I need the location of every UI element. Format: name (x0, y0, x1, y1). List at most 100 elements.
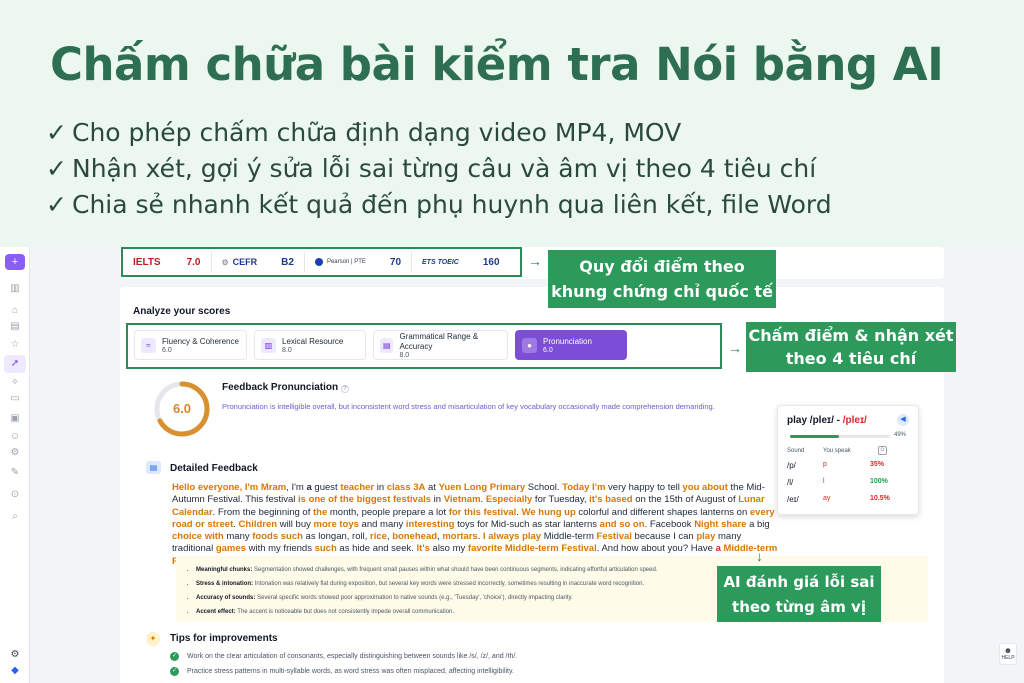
check-icon: ✓ (170, 667, 179, 676)
transcript-segment[interactable]: more toys (314, 519, 359, 530)
document-icon[interactable]: ▤ (8, 321, 22, 333)
rocket-icon[interactable]: ➚ (4, 355, 26, 373)
hero-banner: Chấm chữa bài kiểm tra Nói bằng AI ✓ Cho … (0, 0, 1024, 247)
transcript-segment[interactable]: for this festival (449, 507, 517, 518)
transcript-segment[interactable]: We hung up (522, 507, 576, 518)
users-icon[interactable]: ☺ (8, 431, 22, 443)
cefr-logo-icon: ⚙ (221, 257, 229, 267)
transcript-segment: as hide and seek. (336, 543, 417, 555)
transcript-segment: at (425, 482, 439, 493)
check-icon: ✓ (46, 118, 67, 147)
detailed-feedback-title: Detailed Feedback (170, 463, 258, 474)
sparkle-icon[interactable]: ✧ (8, 377, 22, 389)
transcript-segment[interactable]: is one of the biggest festivals (298, 494, 431, 505)
check-icon: ✓ (46, 154, 67, 183)
transcript-segment[interactable]: games (216, 543, 246, 554)
score-pte: Pearson | PTE 70 (303, 252, 411, 272)
transcript-segment[interactable]: Hello everyone, I'm Mram (172, 482, 286, 493)
settings-icon[interactable]: ⚙ (8, 649, 22, 661)
transcript-segment[interactable]: favorite Middle-term Festival (468, 543, 597, 554)
robot-icon: ☻ (1003, 646, 1013, 655)
criteria-item: Accuracy of sounds: Several specific wor… (196, 591, 658, 605)
transcript-segment[interactable]: It's (417, 543, 430, 554)
popup-word: play /pleɪ/ - /pleɪ/ (787, 415, 867, 426)
callout-convert: Quy đổi điểm theo khung chứng chỉ quốc t… (548, 250, 776, 308)
user-icon: ☺ (878, 446, 887, 455)
search-icon[interactable]: ⌕ (8, 511, 22, 523)
check-icon: ✓ (46, 190, 67, 219)
transcript-segment: . And how about you? Have (596, 543, 716, 555)
tab-pronunciation[interactable]: ● Pronunciation 6.0 (515, 330, 627, 360)
transcript-segment: toys for Mid-such as star lanterns (454, 518, 600, 530)
feedback-text: Pronunciation is intelligible overall, b… (222, 402, 715, 411)
transcript-segment: with my friends (245, 543, 315, 555)
transcript-segment[interactable]: it's based (589, 494, 632, 505)
add-button[interactable]: + (5, 254, 25, 270)
transcript-segment[interactable]: play (696, 531, 715, 542)
folder-icon[interactable]: ▭ (8, 393, 22, 405)
lock-icon[interactable]: ▣ (8, 413, 22, 425)
criteria-item: Meaningful chunks: Segmentation showed c… (196, 563, 658, 577)
transcript-segment: because I can (631, 531, 697, 543)
tab-fluency[interactable]: ≈ Fluency & Coherence 6.0 (134, 330, 247, 360)
transcript-segment[interactable]: mortars (442, 531, 477, 542)
logo-icon: ◆ (11, 665, 19, 676)
transcript-segment[interactable]: I always play (483, 531, 541, 542)
arrow-down-icon: ↓ (756, 548, 763, 564)
transcript-segment[interactable]: Today I'm (562, 482, 605, 493)
sidebar: + ▥ ⌂ ▤ ☆ ➚ ✧ ▭ ▣ ☺ ⚙ ✎ ⊙ ⌕ ⚙ ◆ (0, 247, 30, 683)
transcript-segment[interactable]: Festival (597, 531, 632, 542)
score-ielts: IELTS 7.0 (133, 256, 201, 268)
transcript-segment[interactable]: Night share (694, 519, 746, 530)
transcript-segment[interactable]: teacher (340, 482, 374, 493)
pen-icon[interactable]: ✎ (8, 467, 22, 479)
transcript-segment: . From the beginning of (212, 506, 313, 518)
transcript-segment: colorful and different shapes lanterns o… (575, 506, 750, 518)
tab-grammar[interactable]: ▤ Grammatical Range & Accuracy 8.0 (373, 330, 508, 360)
transcript-segment[interactable]: choice with (172, 531, 224, 542)
phoneme-row: /l/l 100% (787, 478, 888, 487)
score-toeic: ETS TOEIC 160 (411, 252, 510, 272)
info-icon[interactable]: ? (340, 385, 349, 393)
hero-bullet: ✓ Cho phép chấm chữa định dạng video MP4,… (46, 115, 832, 151)
transcript-segment[interactable]: Vietnam (444, 494, 481, 505)
chart-icon[interactable]: ▥ (8, 283, 22, 295)
tab-lexical[interactable]: ▥ Lexical Resource 8.0 (254, 330, 366, 360)
transcript-segment: guest (311, 482, 341, 493)
transcript-segment[interactable]: class 3A (387, 482, 426, 493)
transcript-segment[interactable]: bonehead (392, 531, 437, 542)
wave-icon: ≈ (141, 337, 156, 353)
transcript-segment[interactable]: Especially (486, 494, 532, 505)
transcript-segment: . Facebook (644, 518, 695, 530)
home-icon[interactable]: ⌂ (8, 305, 22, 317)
transcript-segment: as longan, roll, (302, 531, 370, 543)
transcript-segment: many (223, 531, 253, 543)
tips-title: Tips for improvements (170, 633, 278, 644)
transcript-segment[interactable]: you about (683, 482, 728, 493)
hero-bullets: ✓ Cho phép chấm chữa định dạng video MP4,… (46, 115, 832, 223)
transcript-segment[interactable]: interesting (406, 519, 455, 530)
check-icon: ✓ (170, 652, 179, 661)
transcript-segment: a big (746, 518, 770, 530)
transcript-segment[interactable]: rice (370, 531, 387, 542)
transcript-segment[interactable]: and so on (600, 519, 645, 530)
transcript-segment[interactable]: Children (239, 519, 278, 530)
transcript-segment[interactable]: Yuen Long Primary (439, 482, 526, 493)
speaker-icon[interactable]: ◀ (897, 414, 909, 426)
transcript-segment: in (431, 494, 444, 506)
phoneme-popup: play /pleɪ/ - /pleɪ/ ◀ 49% Sound You spe… (777, 405, 919, 515)
microphone-icon: ● (522, 337, 537, 353)
score-cefr: ⚙ CEFR B2 (210, 252, 304, 272)
transcript-segment[interactable]: foods such (252, 531, 303, 542)
transcript-segment[interactable]: such (315, 543, 337, 554)
analyze-title: Analyze your scores (133, 306, 231, 317)
criteria-item: Stress & intonation: Intonation was rela… (196, 577, 658, 591)
gear-icon[interactable]: ⚙ (8, 447, 22, 459)
hero-bullet: ✓ Nhận xét, gợi ý sửa lỗi sai từng câu và… (46, 151, 832, 187)
transcript-segment: and many (358, 518, 406, 530)
help-button[interactable]: ☻ HELP (999, 643, 1017, 665)
transcript-segment[interactable]: the (313, 507, 327, 518)
settings-icon[interactable]: ⊙ (8, 489, 22, 501)
star-icon[interactable]: ☆ (8, 339, 22, 351)
arrow-right-icon: → (528, 253, 542, 269)
